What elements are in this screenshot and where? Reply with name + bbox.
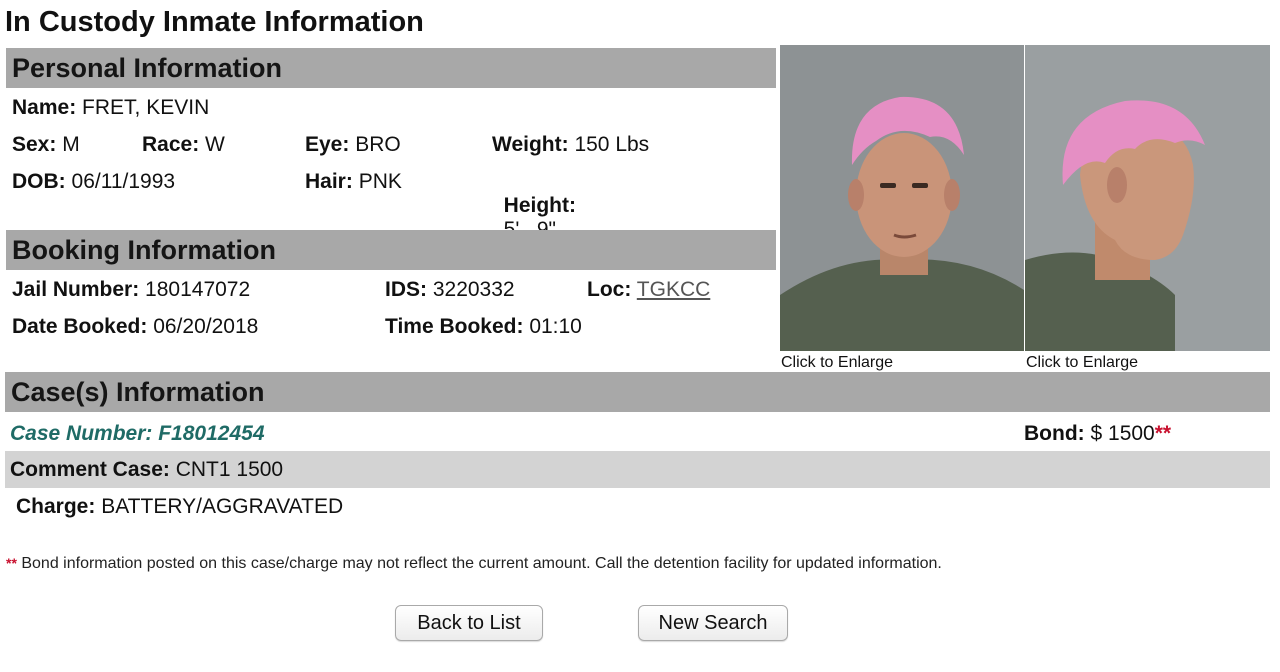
height-label: Height: [503,194,576,217]
ids-label: IDS: [385,278,427,301]
charge-value: BATTERY/AGGRAVATED [101,495,344,518]
hair-field: Hair: PNK [305,170,402,194]
bond-asterisk: ** [1154,422,1172,445]
case-number-label: Case Number: [10,422,153,445]
location-field: Loc: TGKCC [587,278,710,302]
comment-case-label: Comment Case: [10,458,170,481]
date-booked-field: Date Booked: 06/20/2018 [12,315,258,339]
race-value: W [205,133,225,156]
footnote-asterisk: ** [6,555,17,571]
ids-value: 3220332 [432,278,515,301]
page-title: In Custody Inmate Information [5,6,424,38]
race-field: Race: W [142,133,225,157]
location-link[interactable]: TGKCC [637,278,711,301]
name-row: Name: FRET, KEVIN [12,96,209,120]
race-label: Race: [142,133,200,156]
hair-label: Hair: [305,170,353,193]
cases-info-header: Case(s) Information [5,372,1270,412]
date-booked-label: Date Booked: [12,315,148,338]
dob-field: DOB: 06/11/1993 [12,170,175,194]
bond-label: Bond: [1024,422,1085,445]
charge-label: Charge: [16,495,96,518]
booking-info-header: Booking Information [6,230,776,270]
jail-number-field: Jail Number: 180147072 [12,278,250,302]
front-photo[interactable] [780,45,1024,351]
new-search-button[interactable]: New Search [638,605,788,641]
time-booked-field: Time Booked: 01:10 [385,315,582,339]
time-booked-label: Time Booked: [385,315,524,338]
location-label: Loc: [587,278,632,301]
eye-field: Eye: BRO [305,133,401,157]
side-photo-caption[interactable]: Click to Enlarge [1026,354,1138,372]
sex-value: M [62,133,80,156]
comment-case-field: Comment Case: CNT1 1500 [10,458,283,482]
case-number-field: Case Number: F18012454 [10,422,265,446]
sex-field: Sex: M [12,133,80,157]
comment-case-bar: Comment Case: CNT1 1500 [5,451,1270,488]
eye-label: Eye: [305,133,350,156]
bond-field: Bond: $ 1500** [1024,422,1171,446]
jail-number-value: 180147072 [145,278,251,301]
case-number-value: F18012454 [158,422,265,445]
date-booked-value: 06/20/2018 [153,315,259,338]
jail-number-label: Jail Number: [12,278,140,301]
bond-value: $ 1500 [1090,422,1155,445]
eye-value: BRO [355,133,401,156]
hair-value: PNK [358,170,402,193]
weight-label: Weight: [492,133,569,156]
weight-value: 150 Lbs [574,133,650,156]
side-photo[interactable] [1025,45,1270,351]
name-value: FRET, KEVIN [82,96,210,119]
charge-field: Charge: BATTERY/AGGRAVATED [16,495,343,519]
ids-field: IDS: 3220332 [385,278,515,302]
sex-label: Sex: [12,133,57,156]
bond-footnote: ** Bond information posted on this case/… [6,555,942,573]
dob-value: 06/11/1993 [71,170,176,193]
name-label: Name: [12,96,77,119]
footnote-text: Bond information posted on this case/cha… [21,555,942,572]
dob-label: DOB: [12,170,66,193]
personal-info-header: Personal Information [6,48,776,88]
front-photo-image [780,45,1024,351]
comment-case-value: CNT1 1500 [175,458,284,481]
back-to-list-button[interactable]: Back to List [395,605,543,641]
front-photo-caption[interactable]: Click to Enlarge [781,354,893,372]
side-photo-image [1025,45,1270,351]
weight-field: Weight: 150 Lbs [492,133,649,157]
time-booked-value: 01:10 [529,315,582,338]
